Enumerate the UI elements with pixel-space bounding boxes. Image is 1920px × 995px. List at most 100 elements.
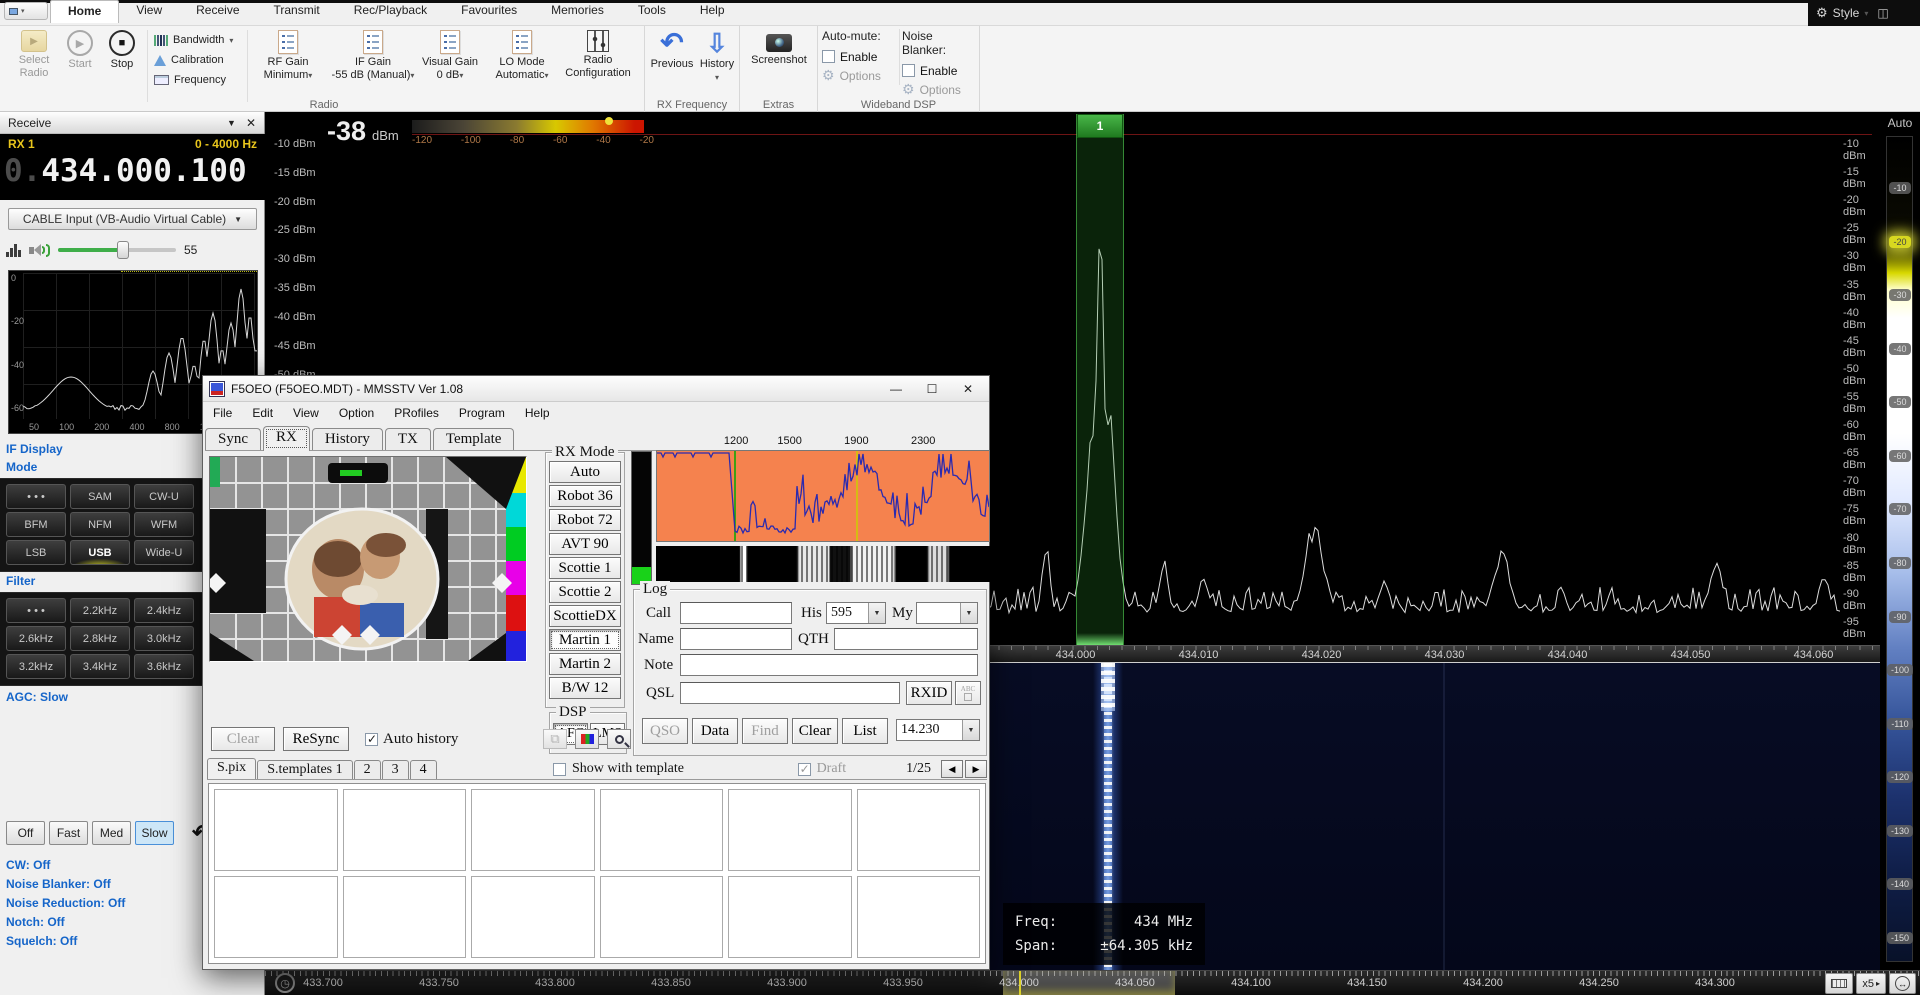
thumbnail-cell[interactable]	[600, 789, 724, 871]
colorbar-label[interactable]: -110	[1887, 718, 1912, 730]
stop-button[interactable]: ■ Stop	[104, 30, 140, 71]
mode-button[interactable]: BFM	[6, 512, 66, 537]
mmsstv-tab[interactable]: TX	[385, 428, 431, 450]
status-line[interactable]: Squelch: Off	[6, 934, 125, 948]
menu-item[interactable]: Edit	[242, 406, 283, 420]
note-field[interactable]	[680, 654, 978, 676]
filter-button[interactable]: 2.4kHz	[134, 598, 194, 623]
template-tab[interactable]: 4	[410, 760, 437, 779]
agc-header[interactable]: AGC: Slow	[6, 690, 68, 704]
ribbon-tab[interactable]: View	[119, 0, 179, 23]
bandwidth-button[interactable]: Bandwidth▾	[154, 32, 233, 48]
thumbnail-cell[interactable]	[728, 789, 852, 871]
menu-item[interactable]: Option	[329, 406, 384, 420]
agc-button[interactable]: Med	[92, 821, 131, 845]
filter-header[interactable]: Filter	[6, 574, 35, 588]
calibration-button[interactable]: Calibration	[154, 52, 233, 68]
colorbar-label[interactable]: -60	[1889, 450, 1910, 462]
page-previous-button[interactable]: ◀	[941, 760, 963, 778]
filter-button[interactable]: 3.4kHz	[70, 654, 130, 679]
mode-header[interactable]: Mode	[6, 460, 37, 474]
my-combo[interactable]: ▼	[916, 602, 978, 624]
frequency-button[interactable]: Frequency	[154, 72, 233, 88]
band-navigator-ruler[interactable]: 433.700433.750433.800433.850433.900433.9…	[265, 970, 1920, 995]
zoom-button[interactable]: x5▸	[1856, 973, 1886, 994]
mmsstv-tab[interactable]: Template	[433, 428, 515, 450]
band-combo[interactable]: 14.230▼	[896, 719, 980, 741]
thumbnail-cell[interactable]	[857, 876, 981, 958]
colorbar-label[interactable]: -70	[1889, 503, 1910, 515]
volume-thumb[interactable]	[117, 241, 129, 259]
chevron-down-icon[interactable]: ▼	[868, 603, 885, 623]
volume-slider[interactable]	[58, 248, 176, 252]
rx-mode-button[interactable]: Martin 1	[549, 629, 621, 651]
chevron-down-icon[interactable]: ▼	[962, 720, 979, 740]
colorbar-label[interactable]: -50	[1889, 396, 1910, 408]
status-line[interactable]: CW: Off	[6, 858, 125, 872]
template-tab[interactable]: S.pix	[207, 758, 256, 779]
lo-mode-button[interactable]: LO ModeAutomatic▾	[490, 30, 554, 82]
channel-marker-label[interactable]: 1	[1077, 114, 1123, 138]
maximize-button[interactable]: ☐	[917, 379, 947, 399]
pan-button[interactable]: ↔	[1889, 973, 1916, 994]
waterfall-colorbar[interactable]: Auto -10-20-30-40-50-60-70-80-90-100-110…	[1880, 112, 1920, 970]
panel-pin-icon[interactable]: ◫	[1877, 6, 1888, 20]
filter-button[interactable]: 2.2kHz	[70, 598, 130, 623]
ribbon-tab[interactable]: Transmit	[257, 0, 337, 23]
if-display-header[interactable]: IF Display	[6, 442, 63, 456]
clock-icon[interactable]: ◷	[275, 973, 295, 993]
qsl-field[interactable]	[680, 682, 900, 704]
filter-button[interactable]: 2.6kHz	[6, 626, 66, 651]
auto-mute-options[interactable]: ⚙ Options	[822, 66, 899, 85]
if-gain-button[interactable]: IF Gain-55 dB (Manual)▾	[330, 30, 416, 82]
colorbar-label[interactable]: -40	[1889, 343, 1910, 355]
template-tab[interactable]: S.templates 1	[257, 760, 352, 779]
thumbnail-cell[interactable]	[214, 789, 338, 871]
checkbox-icon[interactable]	[365, 733, 378, 746]
checkbox-icon[interactable]	[822, 50, 835, 63]
colorbar-label[interactable]: -150	[1887, 932, 1913, 944]
mode-button[interactable]: CW-U	[134, 484, 194, 509]
ribbon-tab[interactable]: Memories	[534, 0, 621, 23]
menu-item[interactable]: Program	[449, 406, 515, 420]
template-tab[interactable]: 3	[382, 760, 409, 779]
chevron-down-icon[interactable]: ▼	[960, 603, 977, 623]
close-icon[interactable]: ✕	[246, 116, 256, 130]
mode-button[interactable]: USB	[70, 540, 130, 565]
rx-mode-button[interactable]: Auto	[549, 461, 621, 483]
chevron-down-icon[interactable]: ▼	[227, 118, 236, 128]
mode-button[interactable]: NFM	[70, 512, 130, 537]
agc-button[interactable]: Fast	[49, 821, 88, 845]
agc-button[interactable]: Slow	[135, 821, 174, 845]
magnifier-button[interactable]	[607, 729, 631, 749]
style-control[interactable]: ⚙ Style ▾ ◫	[1808, 0, 1920, 26]
ribbon-tab[interactable]: Favourites	[444, 0, 534, 23]
rx-mode-button[interactable]: AVT 90	[549, 533, 621, 555]
noise-blanker-enable[interactable]: Enable	[902, 61, 980, 80]
page-next-button[interactable]: ▶	[965, 760, 987, 778]
ribbon-tab[interactable]: Home	[50, 0, 119, 23]
data-button[interactable]: Data	[692, 718, 738, 744]
colorbar-title[interactable]: Auto	[1880, 116, 1920, 130]
keyboard-entry-button[interactable]	[1825, 973, 1853, 994]
auto-history-toggle[interactable]: Auto history	[365, 731, 458, 748]
list-button[interactable]: List	[842, 718, 888, 744]
qso-button[interactable]: QSO	[642, 718, 688, 744]
clear-button[interactable]: Clear	[792, 718, 838, 744]
rx-mode-button[interactable]: B/W 12	[549, 677, 621, 699]
mode-button[interactable]: WFM	[134, 512, 194, 537]
colorbar-label[interactable]: -30	[1889, 289, 1910, 301]
thumbnail-cell[interactable]	[343, 789, 467, 871]
ribbon-tab[interactable]: Receive	[179, 0, 256, 23]
quick-access-toolbar[interactable]: ▾	[4, 2, 48, 20]
ribbon-tab[interactable]: Tools	[621, 0, 683, 23]
rxid-button[interactable]: RXID	[906, 681, 952, 705]
mmsstv-window[interactable]: F5OEO (F5OEO.MDT) - MMSSTV Ver 1.08 — ☐ …	[202, 375, 990, 970]
thumbnail-cell[interactable]	[214, 876, 338, 958]
menu-item[interactable]: View	[283, 406, 329, 420]
thumbnail-cell[interactable]	[857, 789, 981, 871]
colorbar-label[interactable]: -130	[1887, 825, 1913, 837]
qth-field[interactable]	[834, 628, 978, 650]
visual-gain-button[interactable]: Visual Gain0 dB▾	[418, 30, 482, 82]
select-radio-button[interactable]: ▶ SelectRadio	[12, 30, 56, 80]
